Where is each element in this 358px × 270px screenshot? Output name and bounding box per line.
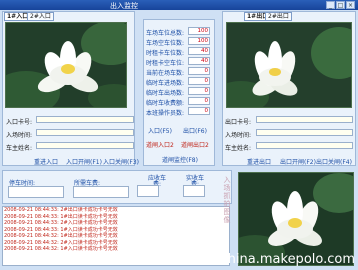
entrance-camera-image — [5, 22, 127, 108]
reenter-exit-button[interactable]: 重进出口 — [247, 157, 271, 166]
exit-time-field[interactable] — [256, 129, 353, 136]
event-log[interactable]: 2008-09-21 08:44:33: 2#出口读卡成功卡号无效 2008-0… — [2, 206, 230, 266]
stat-value: 40 — [188, 47, 210, 55]
stat-row-temp-out: 临时车出场数: 0 — [146, 87, 210, 97]
reenter-entrance-button[interactable]: 重进入口 — [34, 157, 58, 166]
stat-row-cars-present: 当前在场车数: 0 — [146, 67, 210, 77]
exit-card-label: 出口卡号: — [225, 119, 252, 126]
gate-entrance-2-button[interactable]: 道闸入口2 — [146, 140, 174, 149]
exit-card-field[interactable] — [256, 116, 353, 123]
close-entrance-gate-button[interactable]: 入口关闸(F3) — [103, 157, 139, 166]
stat-value: 0 — [188, 87, 210, 95]
entrance-f5-button[interactable]: 入口(F5) — [148, 126, 172, 135]
paid-fee-field[interactable] — [183, 185, 205, 197]
exit-owner-label: 车主姓名: — [225, 145, 252, 152]
stat-label: 车场车位总数: — [146, 30, 185, 37]
exit-time-label: 入场时间: — [225, 132, 252, 139]
stat-value: 0 — [188, 97, 210, 105]
stat-value: 100 — [188, 37, 210, 45]
exit-camera-image — [226, 22, 352, 108]
watermark: china.makepolo.com — [220, 252, 355, 267]
stat-value: 40 — [188, 57, 210, 65]
entrance-time-field[interactable] — [36, 129, 134, 136]
entrance-time-label: 入场时间: — [6, 132, 33, 139]
gate-monitor-button[interactable]: 道闸监控(F8) — [162, 155, 198, 164]
stat-value: 0 — [188, 107, 210, 115]
tab-entrance-2[interactable]: 2#入口 — [27, 12, 54, 21]
stat-row-operators: 本班操作员数: 0 — [146, 107, 210, 117]
entrance-owner-label: 车主姓名: — [6, 145, 33, 152]
stat-label: 临时车收费额: — [146, 100, 185, 107]
stat-value: 0 — [188, 67, 210, 75]
lotus-flower-image — [227, 23, 351, 107]
maximize-icon[interactable]: □ — [336, 1, 345, 9]
stat-row-rental-spaces: 时租卡车位数: 40 — [146, 47, 210, 57]
exit-owner-field[interactable] — [256, 142, 353, 149]
stat-label: 当前在场车数: — [146, 70, 185, 77]
stat-label: 时租卡空车位: — [146, 60, 185, 67]
stat-row-temp-fees: 临时车收费额: 0 — [146, 97, 210, 107]
stat-label: 本班操作员数: — [146, 110, 185, 117]
exit-f6-button[interactable]: 出口(F6) — [183, 126, 207, 135]
log-line: 2008-09-21 08:44:32: 1#入口读卡成功卡号无效 — [4, 246, 118, 252]
minimize-icon[interactable]: _ — [326, 1, 335, 9]
gate-exit-2-button[interactable]: 道闸出口2 — [181, 140, 209, 149]
stat-label: 车场空车位数: — [146, 40, 185, 47]
entrance-card-label: 入口卡号: — [6, 119, 33, 126]
fee-due-field[interactable] — [73, 186, 129, 198]
parking-time-field[interactable] — [8, 186, 64, 198]
window-title: 出入监控 — [110, 2, 138, 10]
tab-exit-2[interactable]: 2#出口 — [265, 12, 292, 21]
title-bar: 出入监控 _ □ × — [0, 0, 358, 10]
close-exit-gate-button[interactable]: 出口关闸(F4) — [316, 157, 352, 166]
entrance-card-field[interactable] — [36, 116, 134, 123]
stat-label: 临时车进场数: — [146, 80, 185, 87]
lotus-flower-image — [6, 23, 126, 107]
stat-row-temp-in: 临时车进场数: 0 — [146, 77, 210, 87]
stat-row-total-spaces: 车场车位总数: 100 — [146, 27, 210, 37]
close-icon[interactable]: × — [346, 1, 355, 9]
capture-image-caption: 入场抓拍图像 — [223, 176, 231, 224]
stat-value: 0 — [188, 77, 210, 85]
open-exit-gate-button[interactable]: 出口开闸(F2) — [280, 157, 316, 166]
entrance-owner-field[interactable] — [36, 142, 134, 149]
open-entrance-gate-button[interactable]: 入口开闸(F1) — [66, 157, 102, 166]
stat-row-free-spaces: 车场空车位数: 100 — [146, 37, 210, 47]
stat-value: 100 — [188, 27, 210, 35]
stat-label: 临时车出场数: — [146, 90, 185, 97]
receivable-fee-field[interactable] — [137, 185, 159, 197]
stat-row-rental-free: 时租卡空车位: 40 — [146, 57, 210, 67]
stat-label: 时租卡车位数: — [146, 50, 185, 57]
